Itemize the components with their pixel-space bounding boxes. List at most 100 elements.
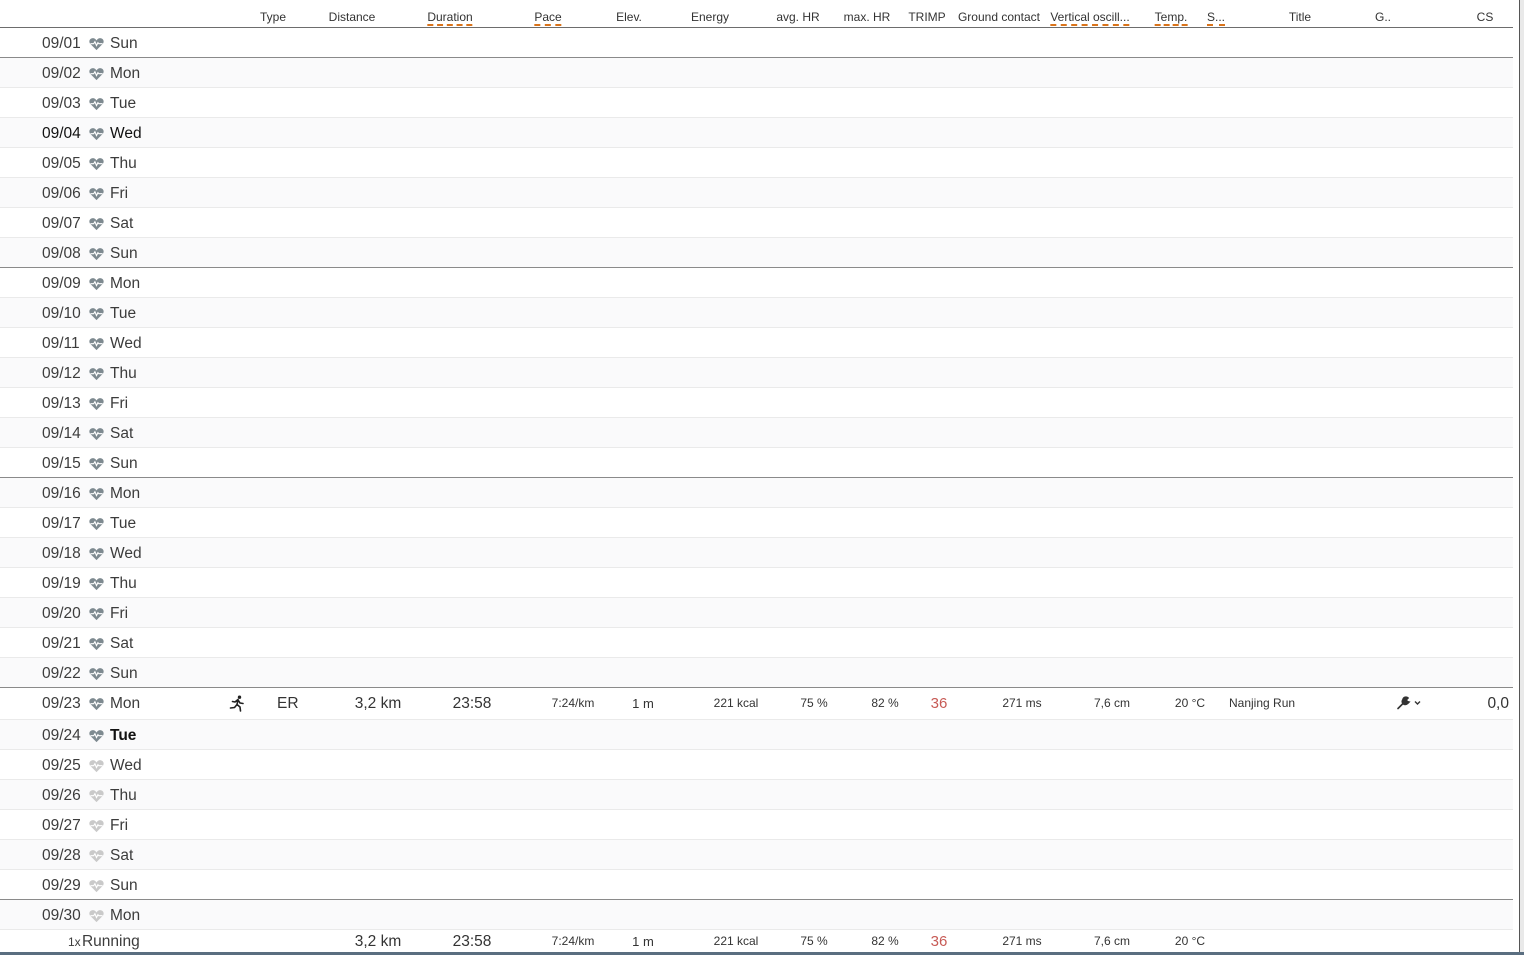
col-g[interactable]: G..: [1375, 10, 1391, 24]
day-row[interactable]: 09/13 Fri: [0, 388, 1513, 418]
day-row[interactable]: 09/05 Thu: [0, 148, 1513, 178]
day-date: 09/01: [42, 35, 81, 52]
day-row[interactable]: 09/06 Fri: [0, 178, 1513, 208]
day-weekday: Wed: [110, 545, 142, 562]
day-row[interactable]: 09/27 Fri: [0, 810, 1513, 840]
col-vertical-oscillation[interactable]: Vertical oscill...: [1050, 10, 1130, 26]
heart-rate-icon: [89, 277, 104, 291]
heart-rate-icon: [89, 67, 104, 81]
day-date: 09/25: [42, 757, 81, 774]
heart-rate-icon: [89, 397, 104, 411]
day-date: 09/08: [42, 245, 81, 262]
heart-rate-icon: [89, 517, 104, 531]
heart-rate-icon: [89, 819, 104, 833]
day-date: 09/03: [42, 95, 81, 112]
running-icon: [229, 695, 245, 712]
activity-pace: 7:24/km: [551, 696, 595, 710]
day-date: 09/27: [42, 817, 81, 834]
heart-rate-icon: [89, 427, 104, 441]
summary-distance: 3,2 km: [354, 933, 402, 950]
day-row[interactable]: 09/02 Mon: [0, 58, 1513, 88]
col-cs[interactable]: CS: [1477, 10, 1494, 24]
col-elev[interactable]: Elev.: [616, 10, 642, 24]
summary-temp: 20 °C: [1174, 934, 1206, 948]
heart-rate-icon: [89, 367, 104, 381]
activity-temp: 20 °C: [1174, 696, 1206, 710]
col-distance[interactable]: Distance: [329, 10, 376, 24]
day-row[interactable]: 09/15 Sun: [0, 448, 1513, 478]
day-row[interactable]: 09/28 Sat: [0, 840, 1513, 870]
heart-rate-icon: [89, 879, 104, 893]
day-weekday: Tue: [110, 515, 137, 532]
day-date: 09/16: [42, 485, 81, 502]
day-row[interactable]: 09/10 Tue: [0, 298, 1513, 328]
day-row[interactable]: 09/22 Sun: [0, 658, 1513, 688]
day-row[interactable]: 09/17 Tue: [0, 508, 1513, 538]
heart-rate-icon: [89, 487, 104, 501]
day-weekday: Thu: [110, 155, 137, 172]
activity-elev: 1 m: [632, 696, 654, 711]
day-row[interactable]: 09/11 Wed: [0, 328, 1513, 358]
day-row[interactable]: 09/29 Sun: [0, 870, 1513, 900]
col-temp[interactable]: Temp.: [1154, 10, 1188, 26]
day-row[interactable]: 09/30 Mon: [0, 900, 1513, 930]
day-weekday: Thu: [110, 365, 137, 382]
col-pace[interactable]: Pace: [534, 10, 562, 26]
activity-title: Nanjing Run: [1229, 696, 1296, 710]
day-weekday: Mon: [110, 695, 141, 712]
moon-icon: [182, 697, 194, 710]
day-row[interactable]: 09/24 Tue: [0, 720, 1513, 750]
day-row[interactable]: 09/14 Sat: [0, 418, 1513, 448]
day-row[interactable]: 09/26 Thu: [0, 780, 1513, 810]
day-row[interactable]: 09/04 Wed: [0, 118, 1513, 148]
day-row[interactable]: 09/07 Sat: [0, 208, 1513, 238]
heart-rate-icon: [89, 247, 104, 261]
day-row[interactable]: 09/12 Thu: [0, 358, 1513, 388]
day-date: 09/19: [42, 575, 81, 592]
col-trimp[interactable]: TRIMP: [908, 10, 945, 24]
day-weekday: Sun: [110, 877, 138, 894]
col-s[interactable]: S...: [1206, 10, 1226, 26]
col-energy[interactable]: Energy: [691, 10, 729, 24]
day-date: 09/14: [42, 425, 81, 442]
day-weekday: Mon: [110, 65, 141, 82]
summary-label: 1x Running: [68, 933, 140, 951]
activity-type: ER: [277, 695, 299, 712]
day-row[interactable]: 09/09 Mon: [0, 268, 1513, 298]
day-weekday: Thu: [110, 787, 137, 804]
day-row[interactable]: 09/16 Mon: [0, 478, 1513, 508]
summary-pace: 7:24/km: [551, 934, 595, 948]
activity-trimp: 36: [930, 695, 948, 712]
day-row[interactable]: 09/19 Thu: [0, 568, 1513, 598]
wrench-menu-icon[interactable]: [1397, 696, 1423, 710]
day-row[interactable]: 09/03 Tue: [0, 88, 1513, 118]
day-weekday: Wed: [110, 125, 142, 142]
col-title[interactable]: Title: [1289, 10, 1311, 24]
col-duration[interactable]: Duration: [427, 10, 473, 26]
day-row[interactable]: 09/08 Sun: [0, 238, 1513, 268]
col-type[interactable]: Type: [260, 10, 286, 24]
scrollbar-edge[interactable]: [1519, 0, 1524, 955]
day-row[interactable]: 09/21 Sat: [0, 628, 1513, 658]
col-avg-hr[interactable]: avg. HR: [776, 10, 819, 24]
col-max-hr[interactable]: max. HR: [844, 10, 891, 24]
day-row[interactable]: 09/25 Wed: [0, 750, 1513, 780]
day-row[interactable]: 09/18 Wed: [0, 538, 1513, 568]
col-ground-contact[interactable]: Ground contact: [958, 10, 1040, 24]
heart-rate-icon: [89, 187, 104, 201]
day-date: 09/29: [42, 877, 81, 894]
day-row[interactable]: 09/01 Sun: [0, 28, 1513, 58]
column-header: Type Distance Duration Pace Elev. Energy…: [0, 0, 1513, 28]
summary-max-hr: 82 %: [871, 934, 899, 948]
day-date: 09/17: [42, 515, 81, 532]
day-date: 09/22: [42, 665, 81, 682]
day-weekday: Tue: [110, 95, 137, 112]
summary-energy: 221 kcal: [713, 934, 759, 948]
day-date: 09/12: [42, 365, 81, 382]
day-row[interactable]: 09/20 Fri: [0, 598, 1513, 628]
activity-row[interactable]: 09/23 Mon ER 3,2 km 23:58 7:24/km 1 m 221 kcal 7…: [0, 688, 1513, 720]
heart-rate-icon: [89, 909, 104, 923]
day-weekday: Sun: [110, 455, 138, 472]
day-weekday: Sat: [110, 635, 134, 652]
activity-ground-contact: 271 ms: [1002, 696, 1042, 710]
